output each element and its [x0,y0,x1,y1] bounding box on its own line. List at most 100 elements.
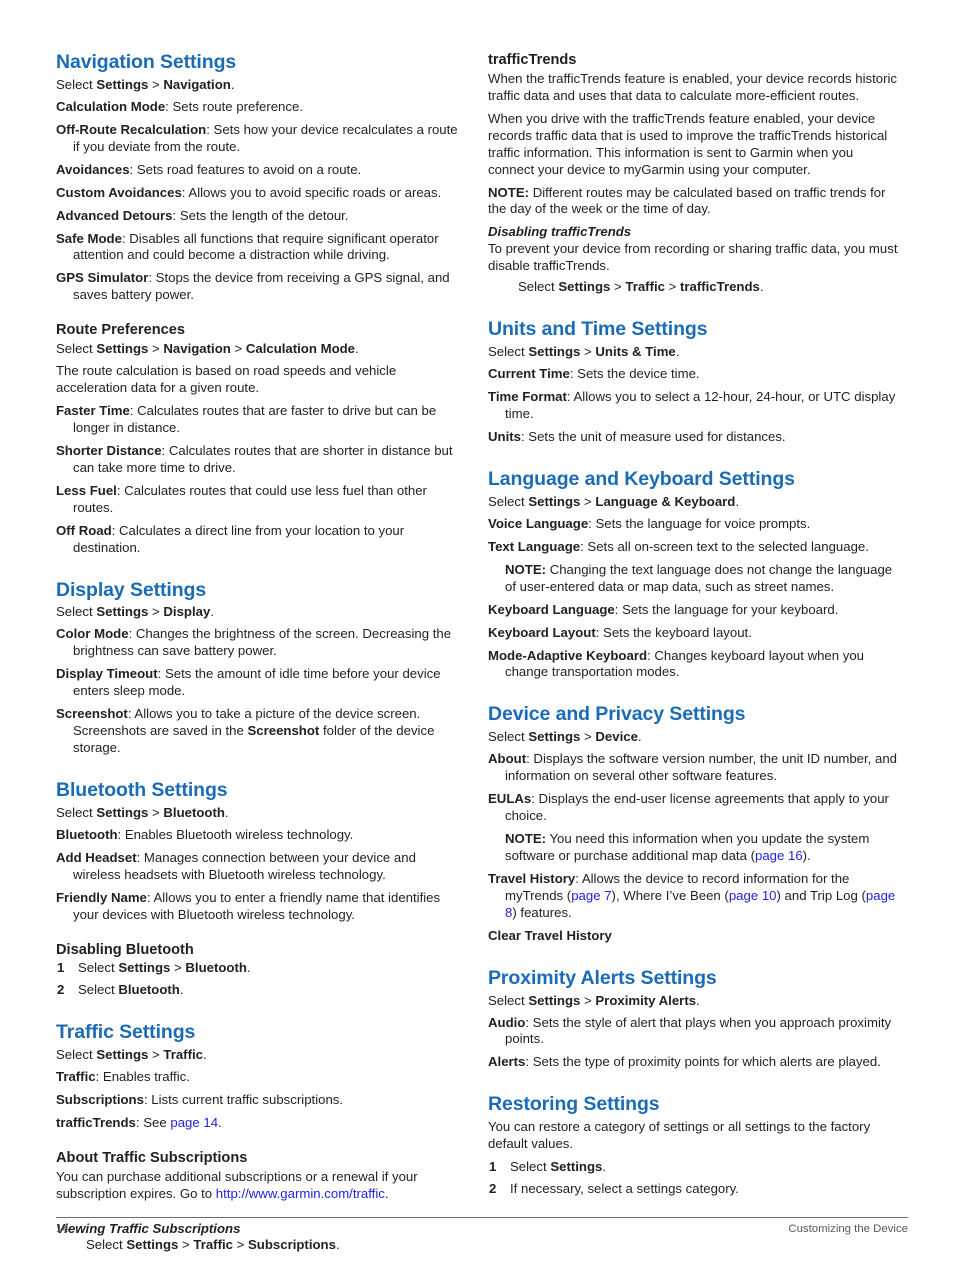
definition-term: Current Time [488,366,570,382]
path-separator: > [148,341,164,357]
page-link[interactable]: page 16 [755,848,803,863]
definition-item: Friendly Name: Allows you to enter a fri… [56,890,460,924]
definition-term: About [488,751,527,767]
route-preferences-intro: The route calculation is based on road s… [56,363,397,395]
definition-desc: : Enables traffic. [95,1069,190,1085]
definition-item: Less Fuel: Calculates routes that could … [56,483,460,517]
definition-term: Keyboard Language [488,601,615,617]
footer-divider [56,1217,908,1218]
definition-desc: : Allows you to avoid specific roads or … [181,184,442,200]
definition-term: Voice Language [488,515,589,531]
note-label: NOTE: [505,561,547,577]
path-separator: > [148,604,164,620]
note-text-part2: ). [802,847,811,863]
path-separator: > [580,729,596,745]
definition-desc: : Lists current traffic subscriptions. [143,1092,344,1107]
select-prefix: Select [56,804,97,820]
note-text: Changing the text language does not chan… [505,561,893,594]
footer-section-title: Customizing the Device [788,1223,908,1235]
definition-desc: : Sets the length of the detour. [172,207,349,223]
heading-device-and-privacy-settings: Device and Privacy Settings [488,703,746,726]
path-mid: Traffic [625,279,665,295]
proximity-select-path: Select Settings > Proximity Alerts. [488,993,900,1010]
definition-desc: : Disables all functions that require si… [73,230,439,263]
right-column: trafficTrends When the trafficTrends fea… [488,52,900,1204]
definition-item: Voice Language: Sets the language for vo… [488,516,900,533]
bluetooth-select-path: Select Settings > Bluetooth. [56,805,460,822]
settings-token: Settings [96,341,149,357]
heading-disabling-traffic-trends: Disabling trafficTrends [488,224,632,240]
heading-traffic-trends: trafficTrends [488,52,577,68]
heading-about-traffic-subscriptions: About Traffic Subscriptions [56,1149,248,1166]
page-link-where-ive-been[interactable]: page 10 [729,888,777,903]
definition-item: Units: Sets the unit of measure used for… [488,429,900,446]
definition-item: Keyboard Language: Sets the language for… [488,602,900,619]
definition-desc: : Sets the unit of measure used for dist… [520,429,786,445]
path-separator: > [664,279,680,295]
units-select-path: Select Settings > Units & Time. [488,344,900,361]
device-note: NOTE: You need this information when you… [488,831,900,865]
definition-item-about: About: Displays the software version num… [488,751,900,785]
disabling-traffic-trends-body: To prevent your device from recording or… [488,240,898,273]
definition-term: Add Headset [56,849,137,865]
path-separator: > [148,76,164,92]
heading-route-preferences: Route Preferences [56,322,185,339]
page-link-mytrends[interactable]: page 7 [571,888,611,903]
about-traffic-subscriptions-body: You can purchase additional subscription… [56,1169,460,1203]
definition-term: Custom Avoidances [56,184,182,200]
disabling-bluetooth-steps: Select Settings > Bluetooth. Select Blue… [56,960,460,999]
footer-row: 14 Customizing the Device [56,1223,908,1235]
definition-item: Advanced Detours: Sets the length of the… [56,208,460,225]
definition-term: Travel History [488,870,576,886]
select-prefix: Select [56,604,97,620]
page-link[interactable]: page 14 [170,1115,218,1130]
definition-term: Friendly Name [56,889,147,905]
settings-token: Settings [528,344,581,360]
garmin-traffic-url-link[interactable]: http://www.garmin.com/traffic [216,1186,385,1201]
period: . [602,1159,607,1175]
definition-term: Subscriptions [56,1092,144,1107]
disabling-traffic-trends-step: Select Settings > Traffic > trafficTrend… [488,279,900,296]
definition-term: Shorter Distance [56,442,162,458]
traffic-trends-para-1: When the trafficTrends feature is enable… [488,70,898,103]
path-target: Bluetooth [118,982,180,998]
step-prefix: Select [78,982,119,998]
period: . [675,344,680,360]
period: . [224,804,229,820]
path-mid: Traffic [193,1236,233,1252]
definition-item: Off-Route Recalculation: Sets how your d… [56,122,460,156]
definition-item: Safe Mode: Disables all functions that r… [56,231,460,265]
definition-item: Shorter Distance: Calculates routes that… [56,443,460,477]
period: . [384,1185,389,1201]
path-separator: > [232,1236,248,1252]
step-item: If necessary, select a settings category… [489,1181,739,1198]
definition-item: Alerts: Sets the type of proximity point… [488,1054,900,1071]
path-separator: > [580,992,596,1008]
definition-desc: : Sets the language for voice prompts. [588,515,811,531]
path-separator: > [230,341,246,357]
definition-term: Audio [488,1014,526,1030]
language-select-path: Select Settings > Language & Keyboard. [488,494,900,511]
heading-restoring-settings: Restoring Settings [488,1093,660,1116]
definition-item: Faster Time: Calculates routes that are … [56,403,460,437]
path-target: Device [595,729,638,745]
definition-desc: : Sets road features to avoid on a route… [129,161,362,177]
device-select-path: Select Settings > Device. [488,729,900,746]
definition-desc: : Sets the device time. [569,366,700,382]
period: . [735,493,740,509]
path-target: Traffic [163,1047,203,1063]
path-target: trafficTrends [680,279,760,295]
screenshot-folder-token: Screenshot [247,723,320,739]
definition-item: Traffic: Enables traffic. [56,1069,460,1086]
traffic-trends-note: NOTE: Different routes may be calculated… [488,185,900,219]
settings-token: Settings [96,1047,149,1063]
definition-desc: : See [135,1114,171,1130]
left-column: Navigation Settings Select Settings > Na… [56,51,460,1260]
definition-item: Off Road: Calculates a direct line from … [56,523,460,557]
